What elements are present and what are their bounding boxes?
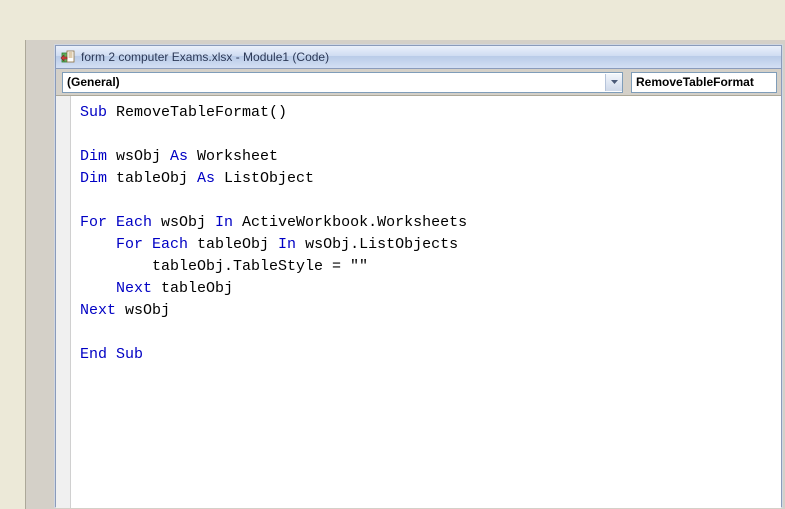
procedure-combobox-value: RemoveTableFormat xyxy=(636,75,754,89)
dropdown-arrow-icon[interactable] xyxy=(605,74,622,91)
code-editor[interactable]: Sub RemoveTableFormat() Dim wsObj As Wor… xyxy=(56,96,781,508)
code-text[interactable]: Sub RemoveTableFormat() Dim wsObj As Wor… xyxy=(76,96,781,372)
module-icon xyxy=(60,49,76,65)
code-window-title: form 2 computer Exams.xlsx - Module1 (Co… xyxy=(81,50,329,64)
code-window-titlebar[interactable]: form 2 computer Exams.xlsx - Module1 (Co… xyxy=(56,46,781,69)
mdi-background xyxy=(25,0,785,40)
docked-panel-edge xyxy=(0,0,26,509)
object-combobox[interactable]: (General) xyxy=(62,72,623,93)
selector-bar: (General) RemoveTableFormat xyxy=(56,69,781,96)
docked-panel-stub xyxy=(0,0,25,20)
object-combobox-value: (General) xyxy=(67,75,120,89)
code-window: form 2 computer Exams.xlsx - Module1 (Co… xyxy=(55,45,782,507)
code-margin xyxy=(56,96,71,508)
procedure-combobox[interactable]: RemoveTableFormat xyxy=(631,72,777,93)
